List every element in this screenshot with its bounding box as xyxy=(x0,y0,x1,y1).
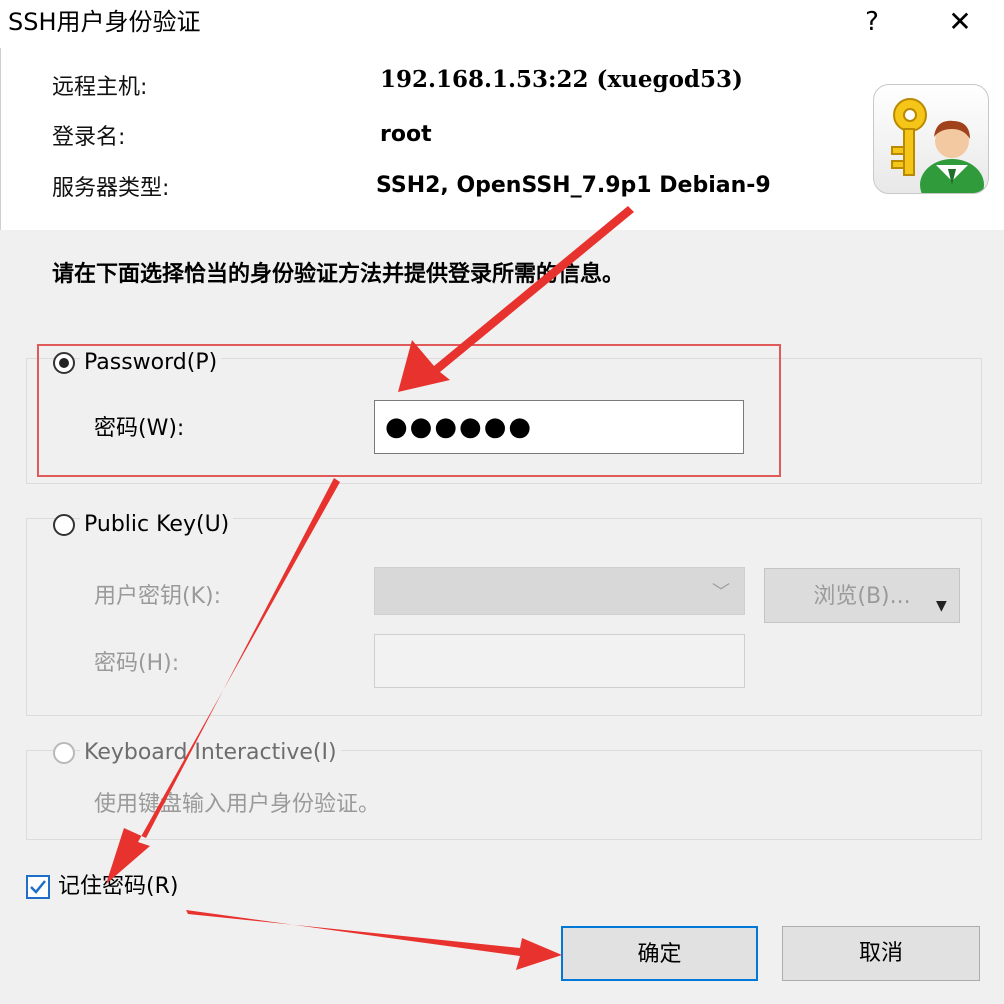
help-button[interactable]: ? xyxy=(852,2,892,42)
check-icon xyxy=(30,880,46,894)
browse-button[interactable]: 浏览(B)... xyxy=(764,568,960,623)
triangle-down-icon[interactable]: ▼ xyxy=(936,598,947,614)
user-key-select[interactable]: ﹀ xyxy=(374,567,745,615)
password-radio[interactable] xyxy=(53,352,75,374)
password-option-label[interactable]: Password(P) xyxy=(80,347,222,379)
window-title: SSH用户身份验证 xyxy=(8,8,201,36)
password-input[interactable]: ●●●●●● xyxy=(374,400,744,454)
password-field-label: 密码(W): xyxy=(94,416,185,441)
passphrase-label: 密码(H): xyxy=(94,651,180,676)
server-type-label: 服务器类型: xyxy=(52,176,170,201)
user-key-label: 用户密钥(K): xyxy=(94,584,222,609)
server-type-value: SSH2, OpenSSH_7.9p1 Debian-9 xyxy=(376,173,771,198)
ok-button[interactable]: 确定 xyxy=(561,926,758,981)
remember-password-checkbox[interactable] xyxy=(26,875,50,899)
remember-password-label[interactable]: 记住密码(R) xyxy=(58,870,178,904)
login-value: root xyxy=(380,122,432,147)
keyboard-interactive-radio[interactable] xyxy=(53,742,75,764)
keyboard-interactive-label[interactable]: Keyboard Interactive(I) xyxy=(80,737,341,769)
chevron-down-icon: ﹀ xyxy=(712,582,730,603)
login-label: 登录名: xyxy=(52,125,126,150)
host-label: 远程主机: xyxy=(52,75,148,100)
passphrase-input[interactable] xyxy=(374,634,745,688)
public-key-option-label[interactable]: Public Key(U) xyxy=(80,509,234,541)
instruction-text: 请在下面选择恰当的身份验证方法并提供登录所需的信息。 xyxy=(52,262,625,287)
key-and-user-icon xyxy=(873,84,989,194)
cancel-button[interactable]: 取消 xyxy=(782,926,980,981)
host-value: 192.168.1.53:22 (xuegod53) xyxy=(380,66,743,93)
close-button[interactable]: ✕ xyxy=(938,2,982,42)
keyboard-interactive-description: 使用键盘输入用户身份验证。 xyxy=(94,792,381,817)
public-key-radio[interactable] xyxy=(53,514,75,536)
